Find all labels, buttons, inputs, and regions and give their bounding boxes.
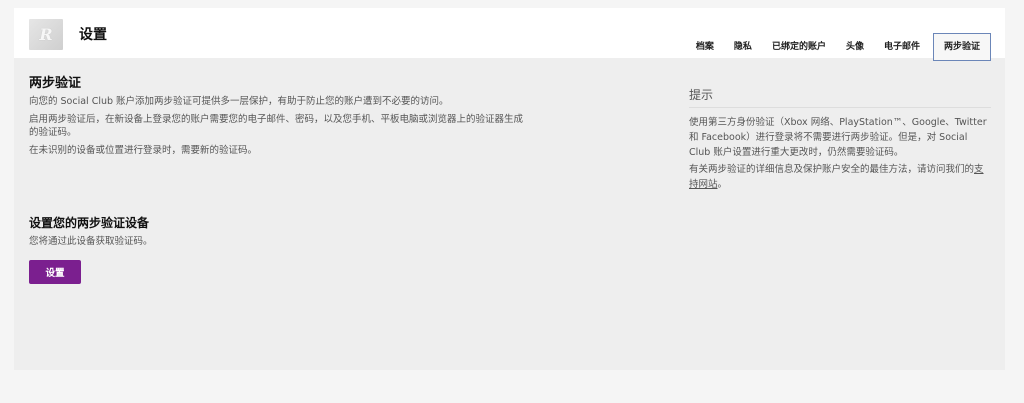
tips-support-prefix: 有关两步验证的详细信息及保护账户安全的最佳方法，请访问我们的 [689,164,975,175]
intro-paragraph: 向您的 Social Club 账户添加两步验证可提供多一层保护，有助于防止您的… [29,96,449,107]
settings-header: R 设置 档案 隐私 已绑定的账户 头像 电子邮件 两步验证 [14,8,1005,61]
tab-linked-accounts[interactable]: 已绑定的账户 [762,33,836,61]
section-heading: 两步验证 [29,76,82,91]
tips-title: 提示 [689,86,991,108]
setup-heading: 设置您的两步验证设备 [29,216,150,230]
new-code-paragraph: 在未识别的设备或位置进行登录时，需要新的验证码。 [29,145,258,156]
tips-support-suffix: 。 [717,179,728,190]
tab-privacy[interactable]: 隐私 [724,33,762,61]
page-title: 设置 [79,27,107,43]
tab-profile[interactable]: 档案 [686,33,724,61]
tips-paragraph-support: 有关两步验证的详细信息及保护账户安全的最佳方法，请访问我们的支持网站。 [689,162,991,192]
tab-two-step-verification[interactable]: 两步验证 [932,33,991,61]
setup-description: 您将通过此设备获取验证码。 [29,236,153,247]
tips-paragraph-third-party: 使用第三方身份验证（Xbox 网络、PlayStation™、Google、Tw… [689,117,987,158]
login-requirement-paragraph: 启用两步验证后，在新设备上登录您的账户需要您的电子邮件、密码，以及您手机、平板电… [29,114,524,138]
settings-tabs: 档案 隐私 已绑定的账户 头像 电子邮件 两步验证 [686,33,991,61]
avatar: R [29,19,63,50]
setup-device-section: 设置您的两步验证设备 您将通过此设备获取验证码。 设置 [29,214,529,284]
two-step-info-section: 两步验证 向您的 Social Club 账户添加两步验证可提供多一层保护，有助… [29,72,529,162]
tips-section: 提示 使用第三方身份验证（Xbox 网络、PlayStation™、Google… [689,86,991,194]
tab-avatar[interactable]: 头像 [836,33,874,61]
setup-button[interactable]: 设置 [29,260,81,284]
avatar-logo: R [39,25,53,44]
tab-email[interactable]: 电子邮件 [874,33,930,61]
settings-panel: R 设置 档案 隐私 已绑定的账户 头像 电子邮件 两步验证 两步验证 向您的 … [14,8,1005,370]
